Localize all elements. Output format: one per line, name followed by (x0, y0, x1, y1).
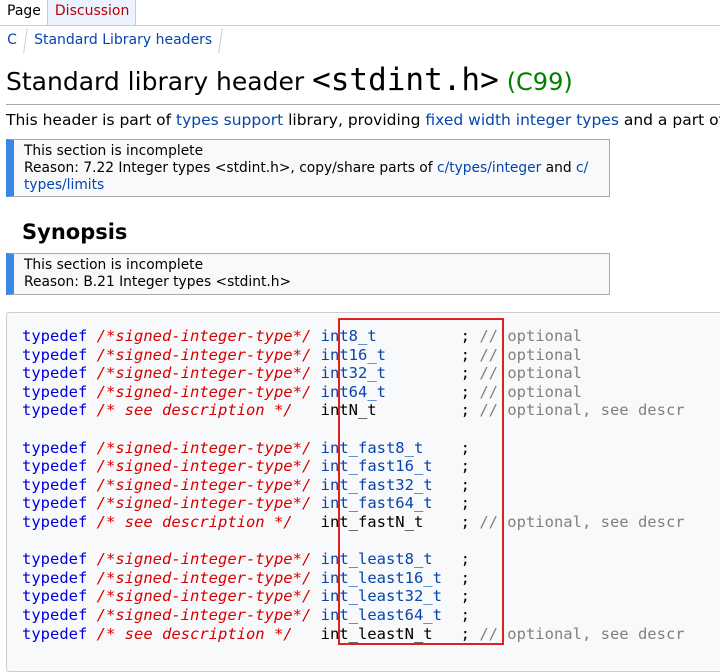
type-comment: /*signed-integer-type*/ (96, 364, 312, 383)
optional-comment: // optional, see descr (479, 512, 685, 531)
incomplete-notice-1: This section is incomplete Reason: 7.22 … (6, 139, 610, 197)
type-comment: /*signed-integer-type*/ (96, 605, 312, 624)
page-title: Standard library header <stdint.h> (C99) (6, 62, 573, 98)
optional-comment: // optional, see descr (479, 624, 685, 643)
notice-1-and: and (541, 160, 577, 176)
typedef-keyword: typedef (22, 494, 88, 513)
title-prefix: Standard library header (6, 67, 305, 96)
breadcrumb-c-label[interactable]: C (7, 32, 17, 48)
typedef-keyword: typedef (22, 382, 88, 401)
type-comment: /*signed-integer-type*/ (96, 475, 312, 494)
typedef-keyword: typedef (22, 327, 88, 345)
intro-paragraph: This header is part of types support lib… (6, 111, 720, 129)
type-comment: /*signed-integer-type*/ (96, 568, 312, 587)
page-tabs: Page Discussion (0, 0, 137, 26)
title-divider (6, 104, 720, 105)
breadcrumb-standard-library-headers[interactable]: Standard Library headers (24, 28, 223, 53)
type-comment: /* see description */ (96, 624, 293, 643)
type-comment: /*signed-integer-type*/ (96, 457, 312, 476)
breadcrumb-headers-label[interactable]: Standard Library headers (34, 32, 212, 48)
breadcrumb: C Standard Library headers (0, 28, 223, 53)
type-comment: /*signed-integer-type*/ (96, 494, 312, 513)
typedef-keyword: typedef (22, 364, 88, 383)
typedef-keyword: typedef (22, 438, 88, 457)
optional-comment: // optional, see descr (479, 401, 685, 420)
type-comment: /*signed-integer-type*/ (96, 382, 312, 401)
tab-page[interactable]: Page (0, 0, 48, 26)
intro-text-1: This header is part of (6, 111, 177, 129)
link-c-types-limits[interactable]: c/ (576, 160, 588, 176)
tab-divider (0, 25, 720, 26)
synopsis-heading: Synopsis (22, 220, 128, 244)
type-comment: /*signed-integer-type*/ (96, 438, 312, 457)
link-c-types-integer[interactable]: c/types/integer (437, 160, 541, 176)
link-c-types-limits-cont[interactable]: types/limits (24, 177, 104, 193)
highlight-box (338, 318, 504, 645)
typedef-keyword: typedef (22, 568, 88, 587)
type-comment: /*signed-integer-type*/ (96, 345, 312, 364)
typedef-keyword: typedef (22, 475, 88, 494)
intro-text-3: and a part of (618, 111, 720, 129)
tab-discussion[interactable]: Discussion (47, 0, 137, 26)
link-fixed-width-integer-types[interactable]: fixed width integer types (425, 111, 619, 129)
type-comment: /*signed-integer-type*/ (96, 587, 312, 606)
type-comment: /*signed-integer-type*/ (96, 550, 312, 569)
title-standard-badge: (C99) (506, 68, 573, 96)
notice-1-reason: Reason: 7.22 Integer types <stdint.h>, c… (24, 160, 599, 194)
typedef-keyword: typedef (22, 605, 88, 624)
notice-2-reason: Reason: B.21 Integer types <stdint.h> (24, 274, 292, 290)
typedef-keyword: typedef (22, 587, 88, 606)
title-header-name: <stdint.h> (312, 62, 499, 98)
typedef-keyword: typedef (22, 550, 88, 569)
type-comment: /* see description */ (96, 512, 293, 531)
typedef-keyword: typedef (22, 512, 88, 531)
notice-1-title: This section is incomplete (24, 143, 204, 159)
notice-2-title: This section is incomplete (24, 257, 204, 273)
type-comment: /* see description */ (96, 401, 293, 420)
incomplete-notice-2: This section is incomplete Reason: B.21 … (6, 253, 610, 295)
typedef-keyword: typedef (22, 345, 88, 364)
typedef-keyword: typedef (22, 401, 88, 420)
notice-1-reason-text: Reason: 7.22 Integer types <stdint.h>, c… (24, 160, 437, 176)
intro-text-2: library, providing (283, 111, 426, 129)
typedef-keyword: typedef (22, 457, 88, 476)
link-types-support[interactable]: types support (176, 111, 283, 129)
typedef-keyword: typedef (22, 624, 88, 643)
type-comment: /*signed-integer-type*/ (96, 327, 312, 345)
breadcrumb-c[interactable]: C (0, 28, 28, 53)
